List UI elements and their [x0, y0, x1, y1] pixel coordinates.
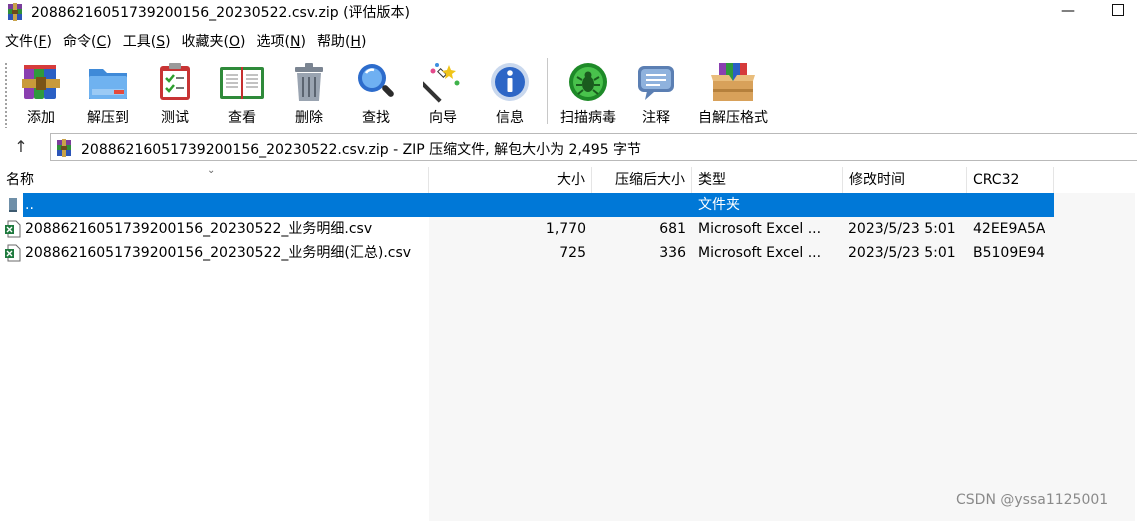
row-modified: 2023/5/23 5:01	[848, 245, 956, 261]
row-crc: 42EE9A5A	[973, 221, 1046, 237]
menu-file[interactable]: 文件(F)	[0, 31, 57, 53]
menu-options[interactable]: 选项(N)	[252, 31, 311, 53]
view-label: 查看	[228, 110, 256, 126]
add-archive-icon	[22, 65, 60, 99]
column-header-type[interactable]: 类型	[692, 167, 843, 193]
row-modified: 2023/5/23 5:01	[848, 221, 956, 237]
row-size: 725	[559, 245, 586, 261]
virus-scan-label: 扫描病毒	[560, 110, 616, 126]
column-header-size[interactable]: 大小	[429, 167, 592, 193]
wizard-button[interactable]: 向导	[411, 57, 475, 127]
row-size: 1,770	[545, 221, 586, 237]
title-bar: 20886216051739200156_20230522.csv.zip (评…	[0, 0, 1137, 24]
extract-to-label: 解压到	[87, 110, 129, 126]
sfx-button[interactable]: 自解压格式	[694, 57, 772, 127]
minimize-button[interactable]: —	[1058, 1, 1078, 21]
info-label: 信息	[496, 110, 524, 126]
toolbar-separator	[547, 58, 548, 124]
column-header-modified[interactable]: 修改时间	[843, 167, 967, 193]
address-bar[interactable]: 20886216051739200156_20230522.csv.zip - …	[50, 133, 1137, 161]
clipboard-check-icon	[160, 63, 190, 100]
row-crc: B5109E94	[973, 245, 1045, 261]
menu-tools[interactable]: 工具(S)	[118, 31, 176, 53]
add-label: 添加	[27, 110, 55, 126]
extract-to-button[interactable]: 解压到	[76, 57, 140, 127]
menu-favorites[interactable]: 收藏夹(O)	[177, 31, 251, 53]
csv-file-icon	[5, 220, 21, 238]
magic-wand-icon	[423, 63, 460, 103]
sfx-box-icon	[711, 63, 755, 101]
open-book-icon	[220, 67, 264, 99]
comment-button[interactable]: 注释	[624, 57, 688, 127]
menu-command[interactable]: 命令(C)	[58, 31, 117, 53]
up-one-level-button[interactable]: ↑	[10, 136, 32, 158]
view-button[interactable]: 查看	[210, 57, 274, 127]
column-header-crc[interactable]: CRC32	[967, 167, 1054, 193]
row-packed: 681	[659, 221, 686, 237]
trash-can-icon	[295, 63, 323, 101]
menu-bar: 文件(F) 命令(C) 工具(S) 收藏夹(O) 选项(N) 帮助(H)	[0, 31, 372, 53]
test-label: 测试	[161, 110, 189, 126]
magnifier-icon	[358, 64, 394, 97]
row-packed: 336	[659, 245, 686, 261]
row-type: 文件夹	[698, 197, 740, 213]
row-type: Microsoft Excel ...	[698, 221, 822, 237]
folder-icon	[89, 69, 127, 99]
zip-archive-icon	[57, 139, 71, 157]
virus-bug-icon	[569, 63, 607, 101]
row-name: 20886216051739200156_20230522_业务明细(汇总).c…	[25, 245, 412, 261]
delete-button[interactable]: 删除	[277, 57, 341, 127]
find-label: 查找	[362, 110, 390, 126]
menu-help[interactable]: 帮助(H)	[312, 31, 371, 53]
row-type: Microsoft Excel ...	[698, 245, 822, 261]
sort-indicator-icon: ⌄	[207, 165, 216, 176]
column-header-packed[interactable]: 压缩后大小	[592, 167, 692, 193]
selection-highlight	[23, 193, 1054, 217]
list-item-file[interactable]: 20886216051739200156_20230522_业务明细.csv 1…	[0, 217, 1137, 241]
sfx-label: 自解压格式	[698, 110, 768, 126]
test-button[interactable]: 测试	[143, 57, 207, 127]
comment-label: 注释	[642, 110, 670, 126]
delete-label: 删除	[295, 110, 323, 126]
window-title: 20886216051739200156_20230522.csv.zip (评…	[31, 5, 410, 21]
info-button[interactable]: 信息	[478, 57, 542, 127]
comment-bubble-icon	[638, 66, 674, 100]
wizard-label: 向导	[429, 110, 457, 126]
info-icon	[491, 63, 529, 101]
find-button[interactable]: 查找	[344, 57, 408, 127]
watermark: CSDN @yssa1125001	[956, 492, 1109, 508]
toolbar-grip[interactable]	[4, 62, 8, 128]
row-name: 20886216051739200156_20230522_业务明细.csv	[25, 221, 373, 237]
address-text: 20886216051739200156_20230522.csv.zip - …	[81, 142, 642, 158]
list-item-parent-folder[interactable]: .. 文件夹	[0, 193, 1137, 217]
row-name: ..	[25, 197, 34, 213]
maximize-button[interactable]	[1112, 4, 1124, 16]
add-button[interactable]: 添加	[9, 57, 73, 127]
winrar-app-icon	[8, 3, 22, 21]
list-item-file[interactable]: 20886216051739200156_20230522_业务明细(汇总).c…	[0, 241, 1137, 265]
csv-file-icon	[5, 244, 21, 262]
list-header: 名称 大小 压缩后大小 类型 修改时间 CRC32	[0, 167, 1137, 193]
parent-folder-icon	[9, 198, 17, 212]
virus-scan-button[interactable]: 扫描病毒	[554, 57, 622, 127]
